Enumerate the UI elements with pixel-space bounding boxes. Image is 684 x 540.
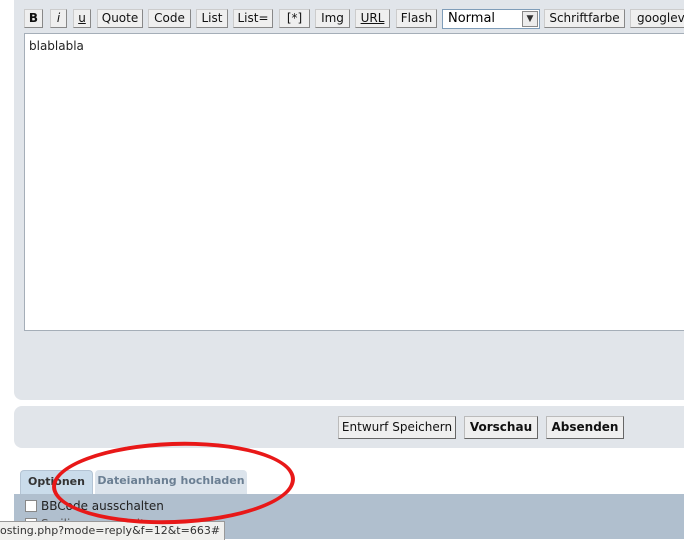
list-button[interactable]: List (196, 9, 228, 28)
status-bar-url: osting.php?mode=reply&f=12&t=663# (0, 521, 226, 540)
quote-button[interactable]: Quote (97, 9, 143, 28)
font-color-button[interactable]: Schriftfarbe (544, 9, 625, 28)
save-draft-button[interactable]: Entwurf Speichern (338, 416, 456, 439)
tab-options[interactable]: Optionen (20, 470, 93, 494)
ordered-list-button[interactable]: List= (233, 9, 273, 28)
bbcode-checkbox[interactable] (25, 500, 37, 512)
editor-panel: B i u Quote Code List List= [*] Img URL … (14, 0, 684, 400)
code-button[interactable]: Code (148, 9, 191, 28)
img-button[interactable]: Img (315, 9, 350, 28)
google-video-button[interactable]: googlevi (630, 9, 684, 28)
flash-button[interactable]: Flash (396, 9, 437, 28)
underline-button[interactable]: u (73, 9, 91, 28)
message-textarea[interactable]: blablabla (24, 33, 684, 331)
submit-button[interactable]: Absenden (546, 416, 624, 439)
option-disable-bbcode[interactable]: BBCode ausschalten (25, 499, 164, 517)
italic-button[interactable]: i (50, 9, 67, 28)
preview-button[interactable]: Vorschau (464, 416, 538, 439)
list-item-button[interactable]: [*] (279, 9, 310, 28)
tab-attachment-upload[interactable]: Dateianhang hochladen (95, 470, 247, 494)
dropdown-arrow-icon[interactable]: ▼ (522, 11, 538, 27)
font-size-value: Normal (448, 11, 496, 26)
url-button[interactable]: URL (355, 9, 390, 28)
bbcode-option-label: BBCode ausschalten (41, 499, 164, 513)
font-size-select[interactable]: Normal ▼ (442, 9, 540, 29)
submit-panel: Entwurf Speichern Vorschau Absenden (14, 406, 684, 448)
bold-button[interactable]: B (24, 9, 43, 28)
